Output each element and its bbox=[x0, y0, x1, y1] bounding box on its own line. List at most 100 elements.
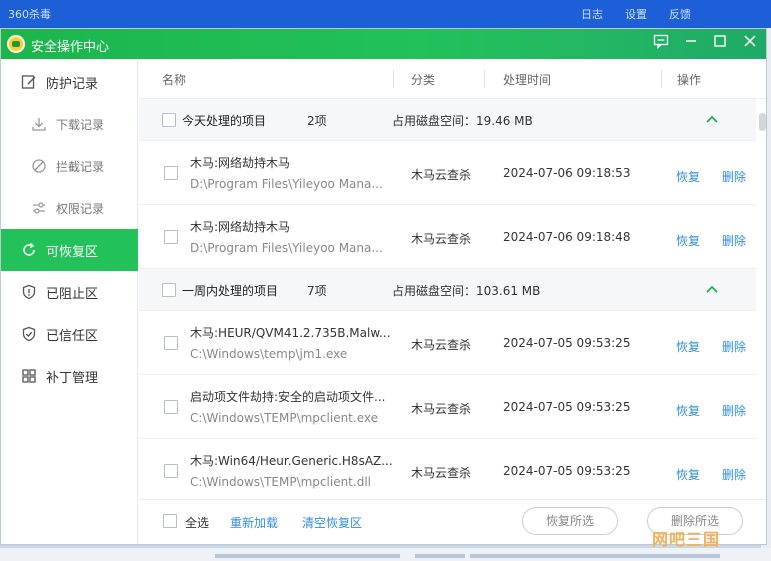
row-checkbox[interactable] bbox=[164, 464, 178, 478]
file-path: C:\Windows\temp\jm1.exe bbox=[190, 347, 348, 361]
delete-link[interactable]: 删除 bbox=[722, 232, 746, 249]
sidebar-item-protection-record[interactable]: 防护记录 bbox=[1, 61, 138, 103]
trusted-shield-icon bbox=[21, 326, 37, 342]
sidebar-item-patch-management[interactable]: 补丁管理 bbox=[1, 355, 138, 397]
sidebar-item-recoverable-zone[interactable]: 可恢复区 bbox=[1, 229, 138, 271]
group-disk-usage: 占用磁盘空间：103.61 MB bbox=[392, 284, 541, 298]
select-all-checkbox[interactable] bbox=[163, 514, 177, 528]
group-disk-usage: 占用磁盘空间：19.46 MB bbox=[392, 114, 533, 128]
process-time: 2024-07-05 09:53:25 bbox=[503, 464, 631, 478]
restore-icon bbox=[21, 242, 37, 258]
background-app-titlebar: 360杀毒 日志 设置 反馈 bbox=[0, 0, 771, 28]
delete-link[interactable]: 删除 bbox=[722, 338, 746, 355]
column-header-time[interactable]: 处理时间 bbox=[503, 71, 551, 88]
feedback-icon[interactable] bbox=[650, 33, 672, 55]
list-scrollbar[interactable] bbox=[757, 99, 766, 499]
table-row[interactable]: 木马:Win64/Heur.Generic.H8sAZ... C:\Window… bbox=[139, 439, 756, 499]
group-checkbox[interactable] bbox=[162, 113, 176, 127]
download-icon bbox=[31, 116, 47, 132]
sidebar-item-download-record[interactable]: 下载记录 bbox=[1, 103, 138, 145]
sidebar-item-label: 补丁管理 bbox=[46, 370, 99, 386]
close-icon[interactable] bbox=[739, 33, 761, 55]
delete-link[interactable]: 删除 bbox=[722, 402, 746, 419]
file-path: D:\Program Files\Yileyoo Mana... bbox=[190, 177, 383, 191]
process-time: 2024-07-05 09:53:25 bbox=[503, 400, 631, 414]
threat-category: 木马云查杀 bbox=[411, 338, 472, 352]
maximize-icon[interactable] bbox=[709, 33, 731, 55]
minimize-icon[interactable] bbox=[680, 33, 702, 55]
sidebar-item-intercept-record[interactable]: 拦截记录 bbox=[1, 145, 138, 187]
background-scrollbar-segment bbox=[415, 554, 465, 558]
column-header-name[interactable]: 名称 bbox=[162, 71, 186, 88]
threat-name: 木马:HEUR/QVM41.2.735B.Malw... bbox=[190, 326, 391, 340]
threat-name: 木马:Win64/Heur.Generic.H8sAZ... bbox=[190, 454, 393, 468]
table-row[interactable]: 木马:HEUR/QVM41.2.735B.Malw... C:\Windows\… bbox=[139, 311, 756, 375]
table-row[interactable]: 启动项文件劫持:安全的启动项文件... C:\Windows\TEMP\mpcl… bbox=[139, 375, 756, 439]
blocked-shield-icon bbox=[21, 284, 37, 300]
sidebar-item-label: 已阻止区 bbox=[46, 286, 99, 302]
restore-link[interactable]: 恢复 bbox=[676, 402, 700, 419]
restore-link[interactable]: 恢复 bbox=[676, 168, 700, 185]
table-row[interactable]: 木马:网络劫持木马 D:\Program Files\Yileyoo Mana.… bbox=[139, 205, 756, 269]
sidebar-item-label: 拦截记录 bbox=[56, 159, 105, 174]
restore-selected-button[interactable]: 恢复所选 bbox=[522, 507, 618, 535]
delete-link[interactable]: 删除 bbox=[722, 168, 746, 185]
group-count: 2项 bbox=[307, 114, 327, 128]
row-checkbox[interactable] bbox=[164, 400, 178, 414]
process-time: 2024-07-06 09:18:48 bbox=[503, 230, 631, 244]
threat-name: 木马:网络劫持木马 bbox=[190, 156, 291, 170]
group-name: 今天处理的项目 bbox=[182, 114, 267, 128]
security-center-window: 安全操作中心 防护记录 下载记录 拦截记录 权限记录 可恢复区 已阻止区 已信任… bbox=[0, 28, 767, 545]
group-checkbox[interactable] bbox=[162, 283, 176, 297]
select-all-label[interactable]: 全选 bbox=[185, 514, 209, 531]
row-checkbox[interactable] bbox=[164, 230, 178, 244]
column-header-category[interactable]: 分类 bbox=[411, 71, 435, 88]
clear-recovery-zone-link[interactable]: 清空恢复区 bbox=[302, 514, 362, 531]
group-row-today[interactable]: 今天处理的项目 2项 占用磁盘空间：19.46 MB bbox=[139, 99, 756, 141]
file-path: C:\Windows\TEMP\mpclient.dll bbox=[190, 475, 371, 489]
restore-link[interactable]: 恢复 bbox=[676, 466, 700, 483]
file-path: C:\Windows\TEMP\mpclient.exe bbox=[190, 411, 378, 425]
sidebar-item-trusted-zone[interactable]: 已信任区 bbox=[1, 313, 138, 355]
group-count: 7项 bbox=[307, 284, 327, 298]
sidebar-item-label: 已信任区 bbox=[46, 328, 99, 344]
permission-icon bbox=[31, 200, 47, 216]
column-separator[interactable] bbox=[484, 70, 485, 88]
background-scrollbar bbox=[215, 554, 400, 558]
restore-link[interactable]: 恢复 bbox=[676, 232, 700, 249]
sidebar-item-label: 防护记录 bbox=[46, 76, 99, 92]
app-logo-icon bbox=[7, 35, 25, 53]
group-name: 一周内处理的项目 bbox=[182, 284, 279, 298]
background-app-title: 360杀毒 bbox=[8, 8, 51, 21]
block-icon bbox=[31, 158, 47, 174]
threat-category: 木马云查杀 bbox=[411, 402, 472, 416]
column-separator[interactable] bbox=[393, 70, 394, 88]
chevron-up-icon[interactable] bbox=[704, 111, 720, 127]
threat-category: 木马云查杀 bbox=[411, 232, 472, 246]
row-checkbox[interactable] bbox=[164, 166, 178, 180]
recoverable-items-list: 今天处理的项目 2项 占用磁盘空间：19.46 MB 木马:网络劫持木马 D:\… bbox=[139, 99, 756, 499]
background-menu-feedback[interactable]: 反馈 bbox=[669, 6, 691, 22]
background-menu-log[interactable]: 日志 bbox=[581, 6, 603, 22]
sidebar-item-blocked-zone[interactable]: 已阻止区 bbox=[1, 271, 138, 313]
chevron-up-icon[interactable] bbox=[704, 281, 720, 297]
threat-category: 木马云查杀 bbox=[411, 168, 472, 182]
sidebar-item-label: 下载记录 bbox=[56, 117, 105, 132]
column-separator[interactable] bbox=[661, 70, 662, 88]
restore-link[interactable]: 恢复 bbox=[676, 338, 700, 355]
background-menu-settings[interactable]: 设置 bbox=[625, 6, 647, 22]
column-header-action: 操作 bbox=[677, 73, 702, 87]
window-titlebar[interactable]: 安全操作中心 bbox=[1, 29, 766, 59]
scrollbar-thumb[interactable] bbox=[759, 113, 766, 131]
background-app-menu: 日志 设置 反馈 bbox=[581, 6, 691, 22]
row-checkbox[interactable] bbox=[164, 336, 178, 350]
window-title: 安全操作中心 bbox=[31, 40, 110, 55]
threat-name: 木马:网络劫持木马 bbox=[190, 220, 291, 234]
patch-icon bbox=[21, 368, 37, 384]
table-row[interactable]: 木马:网络劫持木马 D:\Program Files\Yileyoo Mana.… bbox=[139, 141, 756, 205]
group-row-week[interactable]: 一周内处理的项目 7项 占用磁盘空间：103.61 MB bbox=[139, 269, 756, 311]
reload-link[interactable]: 重新加载 bbox=[230, 514, 278, 531]
sidebar-item-permission-record[interactable]: 权限记录 bbox=[1, 187, 138, 229]
delete-link[interactable]: 删除 bbox=[722, 466, 746, 483]
watermark: 网吧三国 bbox=[652, 530, 721, 549]
